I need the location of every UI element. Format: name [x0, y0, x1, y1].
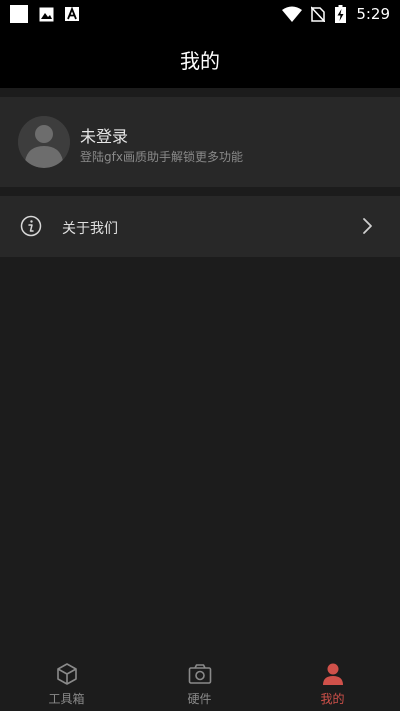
status-bar-right: 5:29 — [282, 4, 390, 24]
screen: 5:29 我的 未登录 登陆gfx画质助手解锁更多功能 关于我们 工具箱 硬件 … — [0, 0, 400, 711]
nav-item-mine[interactable]: 我的 — [266, 654, 399, 711]
status-time: 5:29 — [356, 5, 390, 23]
avatar[interactable] — [18, 116, 70, 168]
nav-item-hardware[interactable]: 硬件 — [133, 654, 266, 711]
person-icon — [323, 663, 343, 685]
square-notification-icon — [10, 5, 28, 23]
menu-item-about-us[interactable]: 关于我们 — [0, 196, 400, 257]
profile-name[interactable]: 未登录 — [80, 123, 128, 147]
menu-item-label: 关于我们 — [62, 221, 118, 237]
page-title: 我的 — [180, 49, 220, 73]
status-bar: 5:29 — [0, 0, 400, 28]
wifi-icon — [282, 6, 303, 22]
cube-icon — [57, 663, 77, 685]
nav-item-toolbox[interactable]: 工具箱 — [0, 654, 133, 711]
nav-label-toolbox: 工具箱 — [48, 692, 85, 706]
title-bar: 我的 — [0, 28, 400, 88]
nav-label-hardware: 硬件 — [187, 692, 212, 706]
bottom-nav: 工具箱 硬件 我的 — [0, 654, 400, 711]
image-icon — [38, 6, 54, 22]
chevron-right-icon — [363, 218, 372, 234]
profile-subtitle: 登陆gfx画质助手解锁更多功能 — [80, 150, 243, 164]
no-sim-icon — [310, 6, 326, 22]
status-bar-left — [10, 5, 90, 23]
profile-card[interactable]: 未登录 登陆gfx画质助手解锁更多功能 — [0, 97, 400, 187]
font-icon — [64, 6, 80, 22]
info-icon — [20, 215, 42, 237]
camera-icon — [188, 664, 212, 684]
person-icon — [18, 116, 70, 168]
nav-label-mine: 我的 — [320, 692, 345, 706]
battery-charging-icon — [334, 5, 346, 23]
